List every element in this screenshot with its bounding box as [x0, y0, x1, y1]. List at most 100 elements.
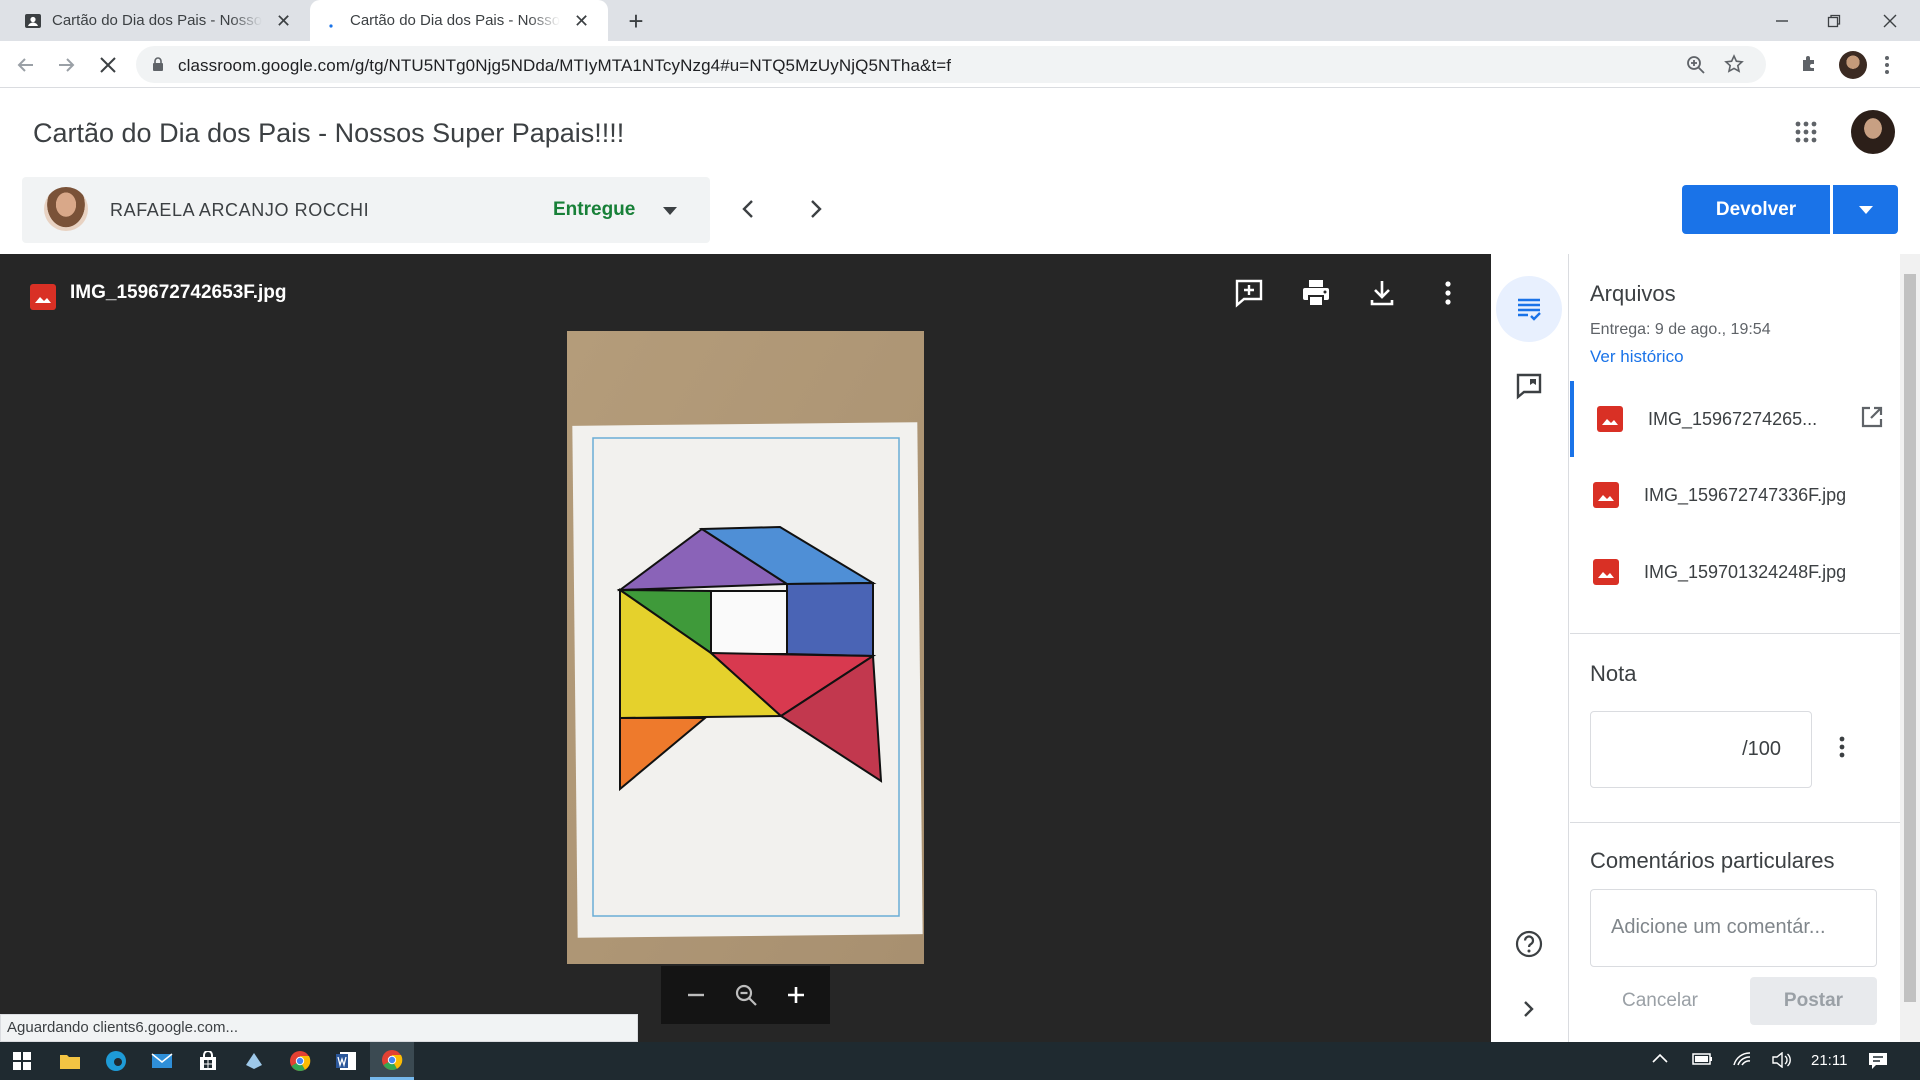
- close-tab-icon[interactable]: ✕: [276, 12, 291, 30]
- volume-icon[interactable]: [1772, 1052, 1792, 1068]
- grade-denominator: /100: [1742, 738, 1781, 760]
- stop-loading-icon[interactable]: [94, 51, 122, 79]
- chrome-active-window-icon[interactable]: [370, 1042, 414, 1080]
- grade-section-title: Nota: [1590, 661, 1637, 686]
- attachment-name: IMG_159672747336F.jpg: [1644, 484, 1847, 505]
- return-options-button[interactable]: [1833, 185, 1898, 234]
- files-tab-button[interactable]: [1496, 276, 1562, 342]
- image-file-icon: [1593, 559, 1619, 585]
- new-tab-button[interactable]: +: [622, 8, 650, 36]
- windows-taskbar: 21:11: [0, 1042, 1920, 1080]
- edge-browser-icon[interactable]: [94, 1042, 138, 1080]
- previous-student-chevron-icon[interactable]: [740, 198, 756, 220]
- close-tab-icon[interactable]: ✕: [574, 12, 589, 30]
- next-student-chevron-icon[interactable]: [808, 198, 824, 220]
- image-file-icon: [30, 284, 56, 310]
- more-vert-icon[interactable]: [1431, 276, 1465, 310]
- zoom-in-icon[interactable]: [785, 984, 807, 1006]
- download-icon[interactable]: [1365, 276, 1399, 310]
- browser-tab-title: Cartão do Dia dos Pais - Nossos Super Pa…: [350, 12, 560, 29]
- viewer-file-name: IMG_159672742653F.jpg: [70, 282, 287, 303]
- grading-panel: Arquivos Entrega: 9 de ago., 19:54 Ver h…: [1570, 254, 1900, 1042]
- classroom-favicon-icon: [24, 12, 42, 30]
- forward-arrow-icon[interactable]: [52, 51, 80, 79]
- more-vert-icon[interactable]: [1839, 736, 1845, 758]
- help-icon: [1514, 929, 1544, 959]
- help-button[interactable]: [1496, 911, 1562, 977]
- app-icon[interactable]: [232, 1042, 276, 1080]
- zoom-reset-icon[interactable]: [734, 983, 758, 1007]
- attachment-item[interactable]: IMG_159672747336F.jpg: [1570, 457, 1900, 533]
- browser-profile-avatar[interactable]: [1839, 51, 1867, 79]
- section-divider: [1570, 822, 1900, 823]
- submitted-image: [567, 331, 924, 964]
- minimize-button[interactable]: [1754, 0, 1810, 41]
- post-button[interactable]: Postar: [1750, 977, 1877, 1025]
- chevron-down-icon[interactable]: [663, 207, 677, 215]
- private-comment-input[interactable]: Adicione um comentár...: [1590, 889, 1877, 967]
- open-in-new-icon[interactable]: [1860, 405, 1884, 429]
- collapse-panel-button[interactable]: [1496, 976, 1562, 1042]
- view-history-link[interactable]: Ver histórico: [1590, 347, 1684, 367]
- browser-tab-2[interactable]: Cartão do Dia dos Pais - Nossos Super Pa…: [310, 0, 608, 41]
- word-icon[interactable]: [324, 1042, 368, 1080]
- store-icon[interactable]: [186, 1042, 230, 1080]
- student-name: RAFAELA ARCANJO ROCCHI: [110, 200, 370, 220]
- scrollbar-thumb[interactable]: [1904, 274, 1916, 1002]
- browser-tab-title: Cartão do Dia dos Pais - Nossos Super Pa…: [52, 12, 262, 29]
- back-arrow-icon[interactable]: [12, 51, 40, 79]
- close-window-button[interactable]: [1862, 0, 1918, 41]
- show-hidden-icons-chevron-icon[interactable]: [1652, 1052, 1668, 1064]
- clock-time[interactable]: 21:11: [1811, 1052, 1847, 1069]
- files-section-title: Arquivos: [1590, 281, 1676, 306]
- zoom-icon[interactable]: [1686, 55, 1706, 75]
- comments-tab-button[interactable]: [1496, 353, 1562, 419]
- account-avatar[interactable]: [1851, 110, 1895, 154]
- delivery-timestamp: Entrega: 9 de ago., 19:54: [1590, 321, 1771, 338]
- address-bar[interactable]: classroom.google.com/g/tg/NTU5NTg0Njg5ND…: [136, 46, 1766, 83]
- browser-tab-1[interactable]: Cartão do Dia dos Pais - Nossos Super Pa…: [12, 0, 307, 41]
- attachment-item[interactable]: IMG_159701324248F.jpg: [1570, 534, 1900, 610]
- panel-scrollbar[interactable]: [1900, 254, 1920, 1042]
- comment-placeholder: Adicione um comentár...: [1611, 916, 1826, 938]
- restore-button[interactable]: [1806, 0, 1862, 41]
- attachment-name: IMG_159701324248F.jpg: [1644, 561, 1847, 582]
- add-comment-icon[interactable]: [1232, 276, 1266, 310]
- mail-icon[interactable]: [140, 1042, 184, 1080]
- browser-menu-icon[interactable]: [1884, 55, 1890, 75]
- attachment-item[interactable]: IMG_15967274265...: [1570, 381, 1900, 457]
- zoom-controls: [661, 966, 830, 1024]
- cancel-button[interactable]: Cancelar: [1610, 977, 1710, 1025]
- grade-input[interactable]: /100: [1590, 711, 1812, 788]
- battery-icon[interactable]: [1692, 1052, 1714, 1066]
- lock-icon: [152, 57, 164, 72]
- browser-tabstrip: Cartão do Dia dos Pais - Nossos Super Pa…: [0, 0, 1920, 41]
- notifications-icon[interactable]: [1868, 1052, 1888, 1070]
- section-divider: [1570, 633, 1900, 634]
- comments-section-title: Comentários particulares: [1590, 848, 1835, 873]
- return-button[interactable]: Devolver: [1682, 185, 1830, 234]
- zoom-out-icon[interactable]: [685, 984, 707, 1006]
- apps-grid-icon[interactable]: [1795, 121, 1817, 143]
- chrome-icon[interactable]: [278, 1042, 322, 1080]
- chevron-down-icon: [1858, 205, 1873, 214]
- file-explorer-icon[interactable]: [48, 1042, 92, 1080]
- loading-icon: [322, 12, 340, 30]
- assignment-list-icon: [1515, 295, 1543, 323]
- student-selector[interactable]: RAFAELA ARCANJO ROCCHI Entregue: [22, 177, 710, 243]
- browser-status-text: Aguardando clients6.google.com...: [0, 1014, 638, 1042]
- wifi-icon[interactable]: [1733, 1052, 1751, 1066]
- submission-status: Entregue: [553, 199, 636, 220]
- extensions-puzzle-icon[interactable]: [1800, 53, 1820, 73]
- attachment-name: IMG_15967274265...: [1648, 408, 1818, 429]
- print-icon[interactable]: [1299, 276, 1333, 310]
- windows-start-icon[interactable]: [0, 1042, 44, 1080]
- image-file-icon: [1593, 482, 1619, 508]
- chevron-right-icon: [1522, 999, 1536, 1019]
- bookmark-star-icon[interactable]: [1724, 54, 1744, 74]
- side-rail: [1491, 254, 1569, 1042]
- feedback-icon: [1515, 372, 1543, 400]
- url-text: classroom.google.com/g/tg/NTU5NTg0Njg5ND…: [178, 56, 952, 75]
- page-title: Cartão do Dia dos Pais - Nossos Super Pa…: [33, 118, 625, 148]
- image-file-icon: [1597, 406, 1623, 432]
